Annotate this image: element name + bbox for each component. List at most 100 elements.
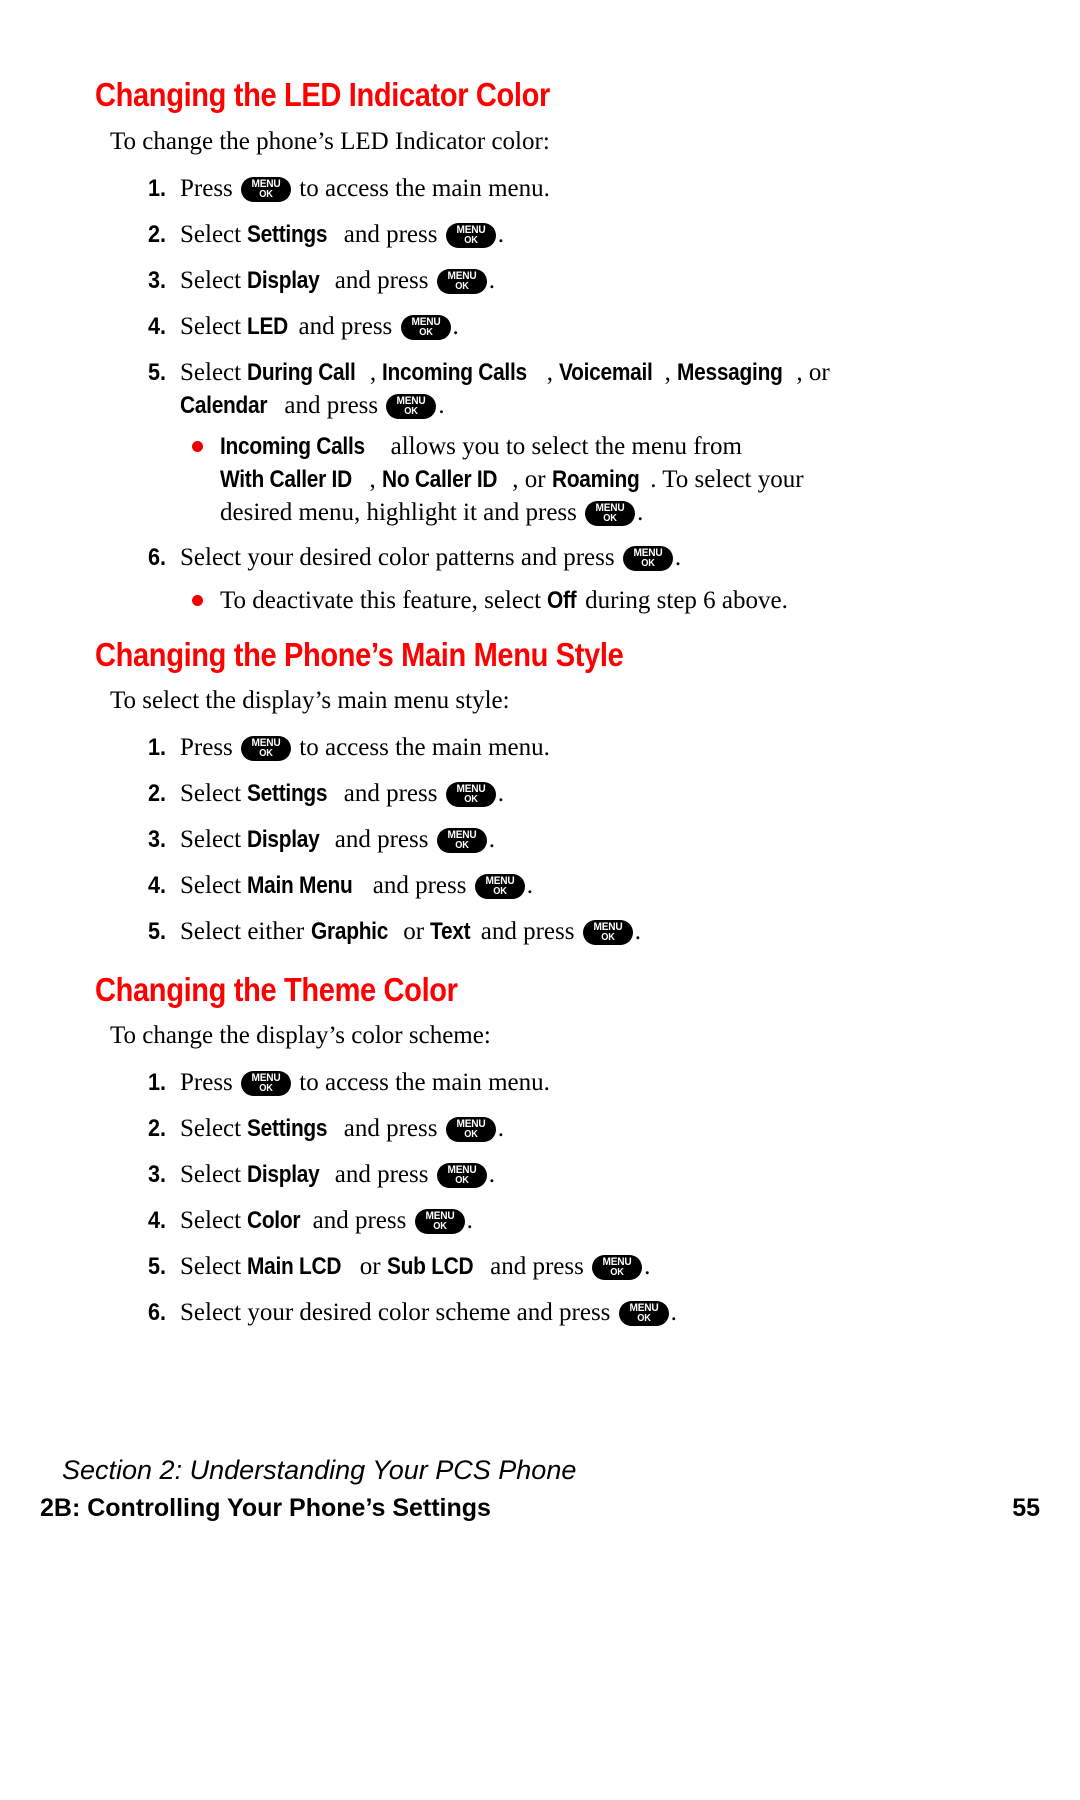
key-line-2: OK: [463, 1129, 478, 1140]
bullet-body: To deactivate this feature, select Off d…: [220, 584, 892, 617]
step-text: Select: [180, 313, 248, 340]
step-text: and press: [366, 872, 473, 899]
bullet-text: allows you to select the menu from: [384, 433, 742, 460]
ui-term: Roaming: [551, 466, 640, 493]
intro-main-menu-style: To select the display’s main menu style:: [110, 687, 510, 714]
ui-term: Text: [430, 918, 471, 945]
menu-ok-key-icon[interactable]: MENU OK: [474, 874, 525, 899]
step-body: Select Display and press MENU OK.: [180, 264, 495, 297]
ui-term: Incoming Calls: [382, 359, 528, 386]
step-text: and press: [306, 1207, 413, 1234]
step-number: 6.: [147, 544, 166, 571]
ui-term: Color: [247, 1207, 301, 1234]
step-text: Select: [180, 1115, 248, 1142]
menu-ok-key-icon[interactable]: MENU OK: [386, 394, 437, 419]
menu-ok-key-icon[interactable]: MENU OK: [445, 223, 496, 248]
key-line-2: OK: [454, 1175, 469, 1186]
menu-ok-key-icon[interactable]: MENU OK: [241, 1071, 292, 1096]
step-number: 4.: [147, 313, 166, 340]
step-body: Press MENU OK to access the main menu.: [180, 731, 550, 764]
ui-term: Graphic: [310, 918, 388, 945]
step-text: .: [466, 1207, 473, 1234]
footer-section-label: Section 2: Understanding Your PCS Phone: [62, 1455, 577, 1485]
menu-ok-key-icon[interactable]: MENU OK: [436, 269, 487, 294]
step-number: 3.: [147, 1161, 166, 1188]
bullet-text: .: [637, 499, 644, 526]
step-body: Select Settings and press MENU OK.: [180, 218, 504, 251]
step-number: 1.: [147, 175, 166, 202]
ui-term: Main Menu: [247, 872, 353, 899]
step-text: Press: [180, 1069, 240, 1096]
step-body: Select your desired color scheme and pre…: [180, 1296, 677, 1329]
step-body: Press MENU OK to access the main menu.: [180, 172, 550, 205]
step-item: 4. Select Main Menu and press MENU OK.: [140, 869, 533, 902]
step-text: .: [497, 780, 504, 807]
step-conj: , or: [796, 359, 830, 386]
key-line-2: OK: [600, 932, 615, 943]
step-text: .: [634, 918, 641, 945]
step-text: .: [488, 826, 495, 853]
menu-ok-key-icon[interactable]: MENU OK: [414, 1209, 465, 1234]
step-item: 5. Select During Call, Incoming Calls, V…: [140, 356, 910, 422]
step-text: and press: [328, 267, 435, 294]
step-item: 6. Select your desired color scheme and …: [140, 1296, 677, 1329]
menu-ok-key-icon[interactable]: MENU OK: [445, 782, 496, 807]
step-body: Select Display and press MENU OK.: [180, 823, 495, 856]
menu-ok-key-icon[interactable]: MENU OK: [241, 177, 292, 202]
step-item: 5. Select either Graphic or Text and pre…: [140, 915, 641, 948]
menu-ok-key-icon[interactable]: MENU OK: [618, 1301, 669, 1326]
key-line-2: OK: [259, 1083, 273, 1094]
footer-chapter-label: 2B: Controlling Your Phone’s Settings: [40, 1494, 491, 1522]
step-number: 5.: [147, 359, 166, 386]
menu-ok-key-icon[interactable]: MENU OK: [400, 315, 451, 340]
key-line-2: OK: [404, 406, 419, 417]
step-text: Select your desired color scheme and pre…: [180, 1299, 617, 1326]
step-body: Select Settings and press MENU OK.: [180, 1112, 504, 1145]
step-body: Select LED and press MENU OK.: [180, 310, 459, 343]
step-text: .: [488, 1161, 495, 1188]
step-text: .: [452, 313, 459, 340]
step-item: 2. Select Settings and press MENU OK.: [140, 218, 504, 251]
ui-term: Display: [247, 1161, 320, 1188]
ui-term: With Caller ID: [220, 466, 352, 493]
step-item: 4. Select Color and press MENU OK.: [140, 1204, 473, 1237]
step-text: to access the main menu.: [293, 175, 550, 202]
step-number: 4.: [147, 1207, 166, 1234]
heading-theme-color: Changing the Theme Color: [95, 971, 458, 1008]
step-number: 5.: [147, 1253, 166, 1280]
step-item: 3. Select Display and press MENU OK.: [140, 823, 495, 856]
menu-ok-key-icon[interactable]: MENU OK: [582, 920, 633, 945]
bullet-dot-icon: [192, 441, 203, 452]
step-text: Press: [180, 734, 240, 761]
step-text: .: [488, 267, 495, 294]
step-text: to access the main menu.: [293, 734, 550, 761]
heading-main-menu-style: Changing the Phone’s Main Menu Style: [95, 636, 624, 673]
menu-ok-key-icon[interactable]: MENU OK: [592, 1255, 643, 1280]
step-number: 4.: [147, 872, 166, 899]
menu-ok-key-icon[interactable]: MENU OK: [436, 828, 487, 853]
step-item: 5. Select Main LCD or Sub LCD and press …: [140, 1250, 650, 1283]
step-text: and press: [278, 392, 385, 419]
step-item: 3. Select Display and press MENU OK.: [140, 1158, 495, 1191]
bullet-item: To deactivate this feature, select Off d…: [192, 584, 892, 617]
step-number: 5.: [147, 918, 166, 945]
menu-ok-key-icon[interactable]: MENU OK: [436, 1163, 487, 1188]
step-text: .: [497, 1115, 504, 1142]
key-line-2: OK: [454, 281, 469, 292]
key-line-2: OK: [418, 327, 433, 338]
menu-ok-key-icon[interactable]: MENU OK: [445, 1117, 496, 1142]
menu-ok-key-icon[interactable]: MENU OK: [585, 501, 636, 526]
menu-ok-key-icon[interactable]: MENU OK: [241, 736, 292, 761]
key-line-2: OK: [432, 1221, 447, 1232]
step-text: Select: [180, 1207, 248, 1234]
ui-term: LED: [247, 313, 289, 340]
step-text: or: [396, 918, 431, 945]
step-text: and press: [337, 1115, 444, 1142]
step-text: .: [438, 392, 445, 419]
key-line-2: OK: [610, 1267, 624, 1278]
step-text: .: [526, 872, 533, 899]
key-line-2: OK: [463, 794, 478, 805]
menu-ok-key-icon[interactable]: MENU OK: [622, 546, 673, 571]
step-body: Select either Graphic or Text and press …: [180, 915, 641, 948]
ui-term: Voicemail: [559, 359, 653, 386]
